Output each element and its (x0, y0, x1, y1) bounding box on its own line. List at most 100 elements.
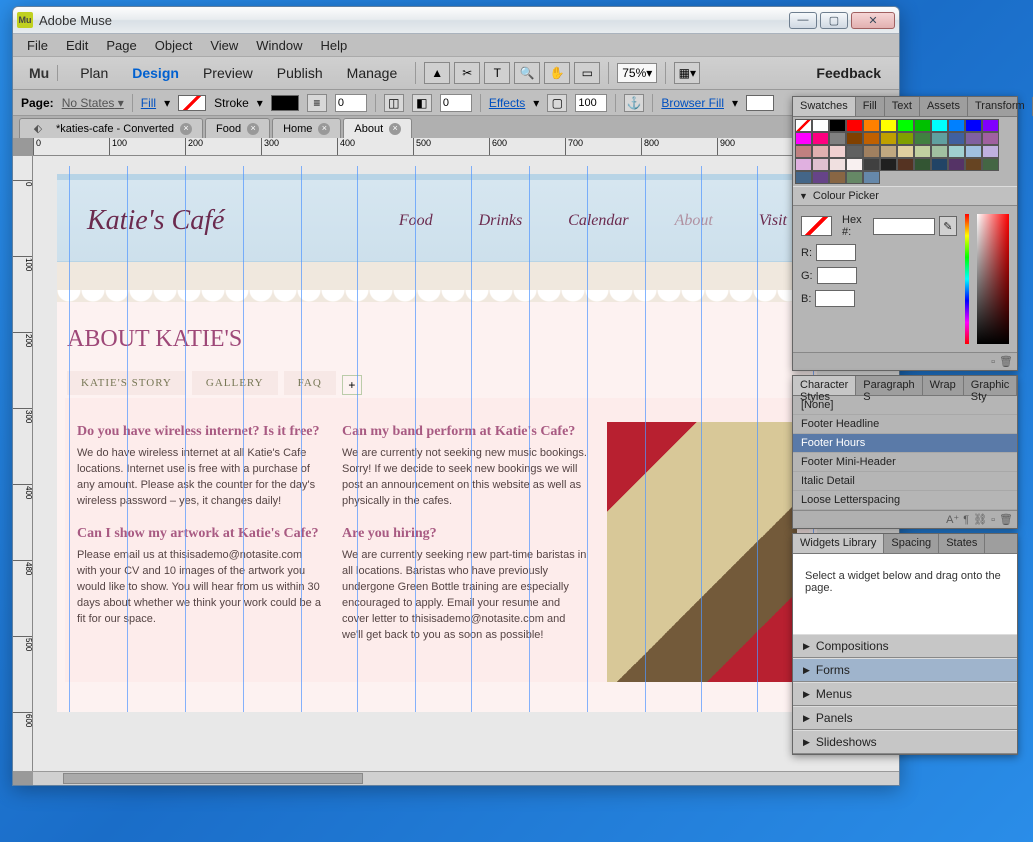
color-swatch[interactable] (863, 132, 880, 145)
color-swatch[interactable] (846, 158, 863, 171)
trash-icon[interactable]: 🗑 (999, 355, 1013, 368)
corner-stepper[interactable]: ◧ (412, 94, 432, 112)
close-tab-icon[interactable]: × (318, 123, 330, 135)
doc-tab[interactable]: Food× (205, 118, 270, 138)
menu-window[interactable]: Window (248, 36, 310, 55)
feedback-link[interactable]: Feedback (806, 65, 891, 81)
site-logo-text[interactable]: Katie's Café (87, 205, 224, 237)
mode-design[interactable]: Design (122, 61, 189, 85)
color-swatch[interactable] (812, 158, 829, 171)
doc-tab[interactable]: ⬖*katies-cafe - Converted× (19, 118, 203, 138)
panel-tab[interactable]: Graphic Sty (964, 376, 1018, 395)
color-swatch[interactable] (982, 132, 999, 145)
menu-page[interactable]: Page (98, 36, 144, 55)
content-tab[interactable]: KATIE'S STORY (67, 371, 186, 395)
rectangle-tool-icon[interactable]: ▭ (574, 62, 600, 84)
color-swatch[interactable] (880, 119, 897, 132)
maximize-button[interactable]: ▢ (820, 12, 848, 29)
color-swatch[interactable] (829, 119, 846, 132)
close-tab-icon[interactable]: × (180, 123, 192, 135)
color-swatch[interactable] (812, 119, 829, 132)
add-tab-button[interactable]: + (342, 375, 362, 395)
close-tab-icon[interactable]: × (389, 123, 401, 135)
effects-link[interactable]: Effects (489, 96, 525, 110)
hex-input[interactable] (873, 218, 935, 235)
color-swatch[interactable] (965, 145, 982, 158)
nav-item[interactable]: Food (399, 212, 433, 230)
panel-tab[interactable]: Assets (920, 97, 968, 116)
style-item[interactable]: Footer Headline (793, 415, 1017, 434)
g-input[interactable] (817, 267, 857, 284)
panel-tab[interactable]: Paragraph S (856, 376, 922, 395)
effects-swatch[interactable]: ▢ (547, 94, 567, 112)
color-swatch[interactable] (812, 132, 829, 145)
widget-category[interactable]: ▶Forms (793, 658, 1017, 682)
panel-tab[interactable]: Transform (968, 97, 1033, 116)
panel-tab[interactable]: Swatches (793, 97, 856, 116)
b-input[interactable] (815, 290, 855, 307)
character-styles-list[interactable]: [None]Footer HeadlineFooter HoursFooter … (793, 396, 1017, 510)
menu-view[interactable]: View (202, 36, 246, 55)
nav-item[interactable]: Drinks (479, 212, 523, 230)
color-swatch[interactable] (829, 158, 846, 171)
color-swatch[interactable] (914, 145, 931, 158)
color-swatch[interactable] (931, 145, 948, 158)
panel-tab[interactable]: States (939, 534, 985, 553)
new-style-icon[interactable]: ▫ (991, 514, 995, 526)
color-swatch[interactable] (846, 171, 863, 184)
color-swatch[interactable] (795, 145, 812, 158)
fill-link[interactable]: Fill (141, 96, 156, 110)
color-swatch[interactable] (795, 158, 812, 171)
color-swatch[interactable] (931, 132, 948, 145)
color-swatch[interactable] (795, 132, 812, 145)
selection-tool-icon[interactable]: ▲ (424, 62, 450, 84)
widget-category[interactable]: ▶Slideshows (793, 730, 1017, 754)
panel-tab[interactable]: Widgets Library (793, 534, 884, 553)
color-swatch[interactable] (897, 158, 914, 171)
close-button[interactable]: ✕ (851, 12, 895, 29)
mode-manage[interactable]: Manage (337, 61, 408, 85)
faq-image[interactable] (607, 422, 797, 682)
panel-tab[interactable]: Character Styles (793, 376, 856, 395)
color-swatch[interactable] (948, 158, 965, 171)
color-swatch[interactable] (795, 171, 812, 184)
menu-help[interactable]: Help (313, 36, 356, 55)
color-swatch[interactable] (880, 158, 897, 171)
style-item[interactable]: Italic Detail (793, 472, 1017, 491)
panel-tab[interactable]: Text (885, 97, 920, 116)
swatch-grid[interactable] (793, 117, 1017, 186)
link-style-icon[interactable]: ⛓ (973, 513, 987, 526)
crop-tool-icon[interactable]: ✂ (454, 62, 480, 84)
color-swatch[interactable] (965, 119, 982, 132)
color-swatch[interactable] (846, 132, 863, 145)
color-swatch[interactable] (880, 132, 897, 145)
hand-tool-icon[interactable]: ✋ (544, 62, 570, 84)
color-swatch[interactable] (829, 145, 846, 158)
page-body[interactable]: ABOUT KATIE'S KATIE'S STORYGALLERYFAQ+ D… (57, 302, 817, 712)
browser-fill-swatch[interactable] (746, 95, 774, 111)
mode-preview[interactable]: Preview (193, 61, 263, 85)
zoom-select[interactable]: 75% ▾ (617, 63, 657, 83)
widget-category[interactable]: ▶Panels (793, 706, 1017, 730)
fill-swatch[interactable] (178, 95, 206, 111)
colour-picker-header[interactable]: ▼Colour Picker (793, 186, 1017, 206)
trash-icon[interactable]: 🗑 (999, 513, 1013, 526)
zoom-tool-icon[interactable]: 🔍 (514, 62, 540, 84)
color-swatch[interactable] (897, 145, 914, 158)
color-swatch[interactable] (982, 145, 999, 158)
color-swatch[interactable] (863, 158, 880, 171)
hue-slider[interactable] (965, 214, 969, 344)
color-swatch[interactable] (982, 158, 999, 171)
menu-file[interactable]: File (19, 36, 56, 55)
nav-item[interactable]: Calendar (568, 212, 628, 230)
menu-object[interactable]: Object (147, 36, 201, 55)
stroke-weight-input[interactable] (335, 94, 367, 112)
new-swatch-icon[interactable]: ▫ (991, 356, 995, 368)
states-dropdown[interactable]: No States ▾ (62, 96, 124, 110)
color-swatch[interactable] (948, 145, 965, 158)
page-heading[interactable]: ABOUT KATIE'S (57, 322, 817, 371)
style-item[interactable]: Loose Letterspacing (793, 491, 1017, 510)
text-tool-icon[interactable]: T (484, 62, 510, 84)
panel-tab[interactable]: Wrap (923, 376, 964, 395)
page-design[interactable]: Katie's Café FoodDrinksCalendarAboutVisi… (57, 166, 817, 712)
